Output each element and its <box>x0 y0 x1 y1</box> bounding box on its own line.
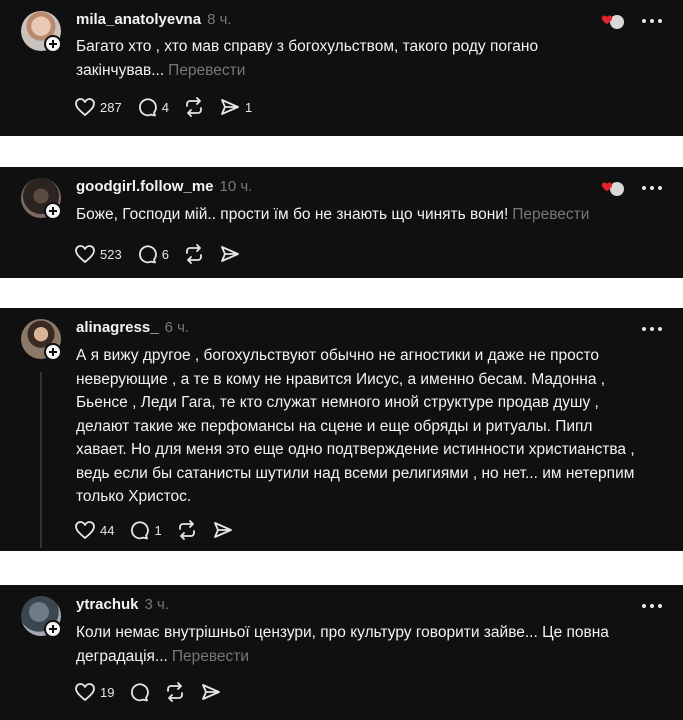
send-icon <box>213 522 232 538</box>
username[interactable]: alinagress_ <box>76 319 159 336</box>
reply-button[interactable]: 6 <box>136 244 169 264</box>
reply-count: 1 <box>154 522 162 538</box>
send-icon <box>221 246 239 262</box>
action-bar: 523 6 <box>74 243 255 265</box>
action-bar: 44 1 <box>74 519 248 541</box>
like-button[interactable]: 523 <box>74 244 122 264</box>
thread-line <box>40 372 42 548</box>
share-button[interactable]: 1 <box>219 97 252 117</box>
reply-button[interactable]: 1 <box>128 520 162 540</box>
timestamp: 10 ч. <box>219 178 253 195</box>
comment-header: alinagress_ 6 ч. <box>76 317 189 339</box>
username[interactable]: goodgirl.follow_me <box>76 178 214 195</box>
like-button[interactable]: 287 <box>74 97 122 117</box>
reply-button[interactable] <box>128 682 150 702</box>
repost-icon <box>178 520 195 540</box>
comment-bubble-icon <box>131 521 150 540</box>
share-button[interactable] <box>219 244 241 264</box>
heart-icon <box>75 245 95 263</box>
translate-link[interactable]: Перевести <box>168 62 245 79</box>
reply-count: 4 <box>161 99 169 115</box>
comment-bubble-icon <box>131 683 150 702</box>
follow-plus-icon[interactable] <box>44 620 62 638</box>
emoji-reaction-icon <box>601 15 624 29</box>
emoji-reaction-icon <box>601 182 624 196</box>
repost-icon <box>186 244 202 264</box>
share-button[interactable] <box>200 682 222 702</box>
comment-text: Коли немає внутрішньої цензури, про куль… <box>76 624 609 665</box>
comment-header: ytrachuk 3 ч. <box>76 594 169 616</box>
username[interactable]: ytrachuk <box>76 596 139 613</box>
timestamp: 3 ч. <box>144 596 170 613</box>
follow-plus-icon[interactable] <box>44 343 62 361</box>
follow-plus-icon[interactable] <box>44 202 62 220</box>
send-icon <box>221 99 239 115</box>
translate-link[interactable]: Перевести <box>172 648 249 665</box>
repost-button[interactable] <box>164 682 186 702</box>
action-bar: 287 4 1 <box>74 96 266 118</box>
follow-plus-icon[interactable] <box>44 35 62 53</box>
like-button[interactable]: 44 <box>74 520 114 540</box>
comment-header: goodgirl.follow_me 10 ч. <box>76 176 252 198</box>
reply-count: 6 <box>161 246 169 262</box>
like-count: 19 <box>100 684 115 700</box>
repost-icon <box>186 97 202 117</box>
translate-link[interactable]: Перевести <box>512 206 589 223</box>
timestamp: 8 ч. <box>207 11 232 28</box>
like-count: 523 <box>100 246 122 262</box>
heart-icon <box>75 98 95 116</box>
action-bar: 19 <box>74 681 236 703</box>
share-button[interactable] <box>212 520 234 540</box>
comment-card: mila_anatolyevna 8 ч. Багато хто , хто ма… <box>0 0 683 136</box>
heart-icon <box>75 683 95 701</box>
share-count: 1 <box>244 99 253 115</box>
username[interactable]: mila_anatolyevna <box>76 11 201 28</box>
comment-header: mila_anatolyevna 8 ч. <box>76 9 232 31</box>
more-options-icon[interactable] <box>640 319 664 339</box>
more-options-icon[interactable] <box>640 596 664 616</box>
heart-icon <box>75 521 95 539</box>
comment-card: goodgirl.follow_me 10 ч. Боже, Господи мі… <box>0 167 683 278</box>
repost-button[interactable] <box>176 520 198 540</box>
repost-icon <box>167 682 184 702</box>
like-count: 287 <box>100 99 122 115</box>
reply-button[interactable]: 4 <box>136 97 169 117</box>
like-count: 44 <box>100 522 115 538</box>
comment-bubble-icon <box>138 98 157 117</box>
comment-text: Багато хто , хто мав справу з богохульст… <box>76 38 539 79</box>
timestamp: 6 ч. <box>164 319 190 336</box>
comment-text: А я вижу другое , богохульствуют обычно … <box>76 347 635 505</box>
comment-bubble-icon <box>138 245 157 264</box>
repost-button[interactable] <box>183 97 205 117</box>
repost-button[interactable] <box>183 244 205 264</box>
like-button[interactable]: 19 <box>74 682 114 702</box>
comment-card: alinagress_ 6 ч. А я вижу другое , богоху… <box>0 308 683 551</box>
comment-card: ytrachuk 3 ч. Коли немає внутрішньої ценз… <box>0 585 683 720</box>
more-options-icon[interactable] <box>640 178 664 198</box>
comment-text: Боже, Господи мій.. прости їм бо не знаю… <box>76 206 590 223</box>
more-options-icon[interactable] <box>640 11 664 31</box>
send-icon <box>202 684 221 700</box>
